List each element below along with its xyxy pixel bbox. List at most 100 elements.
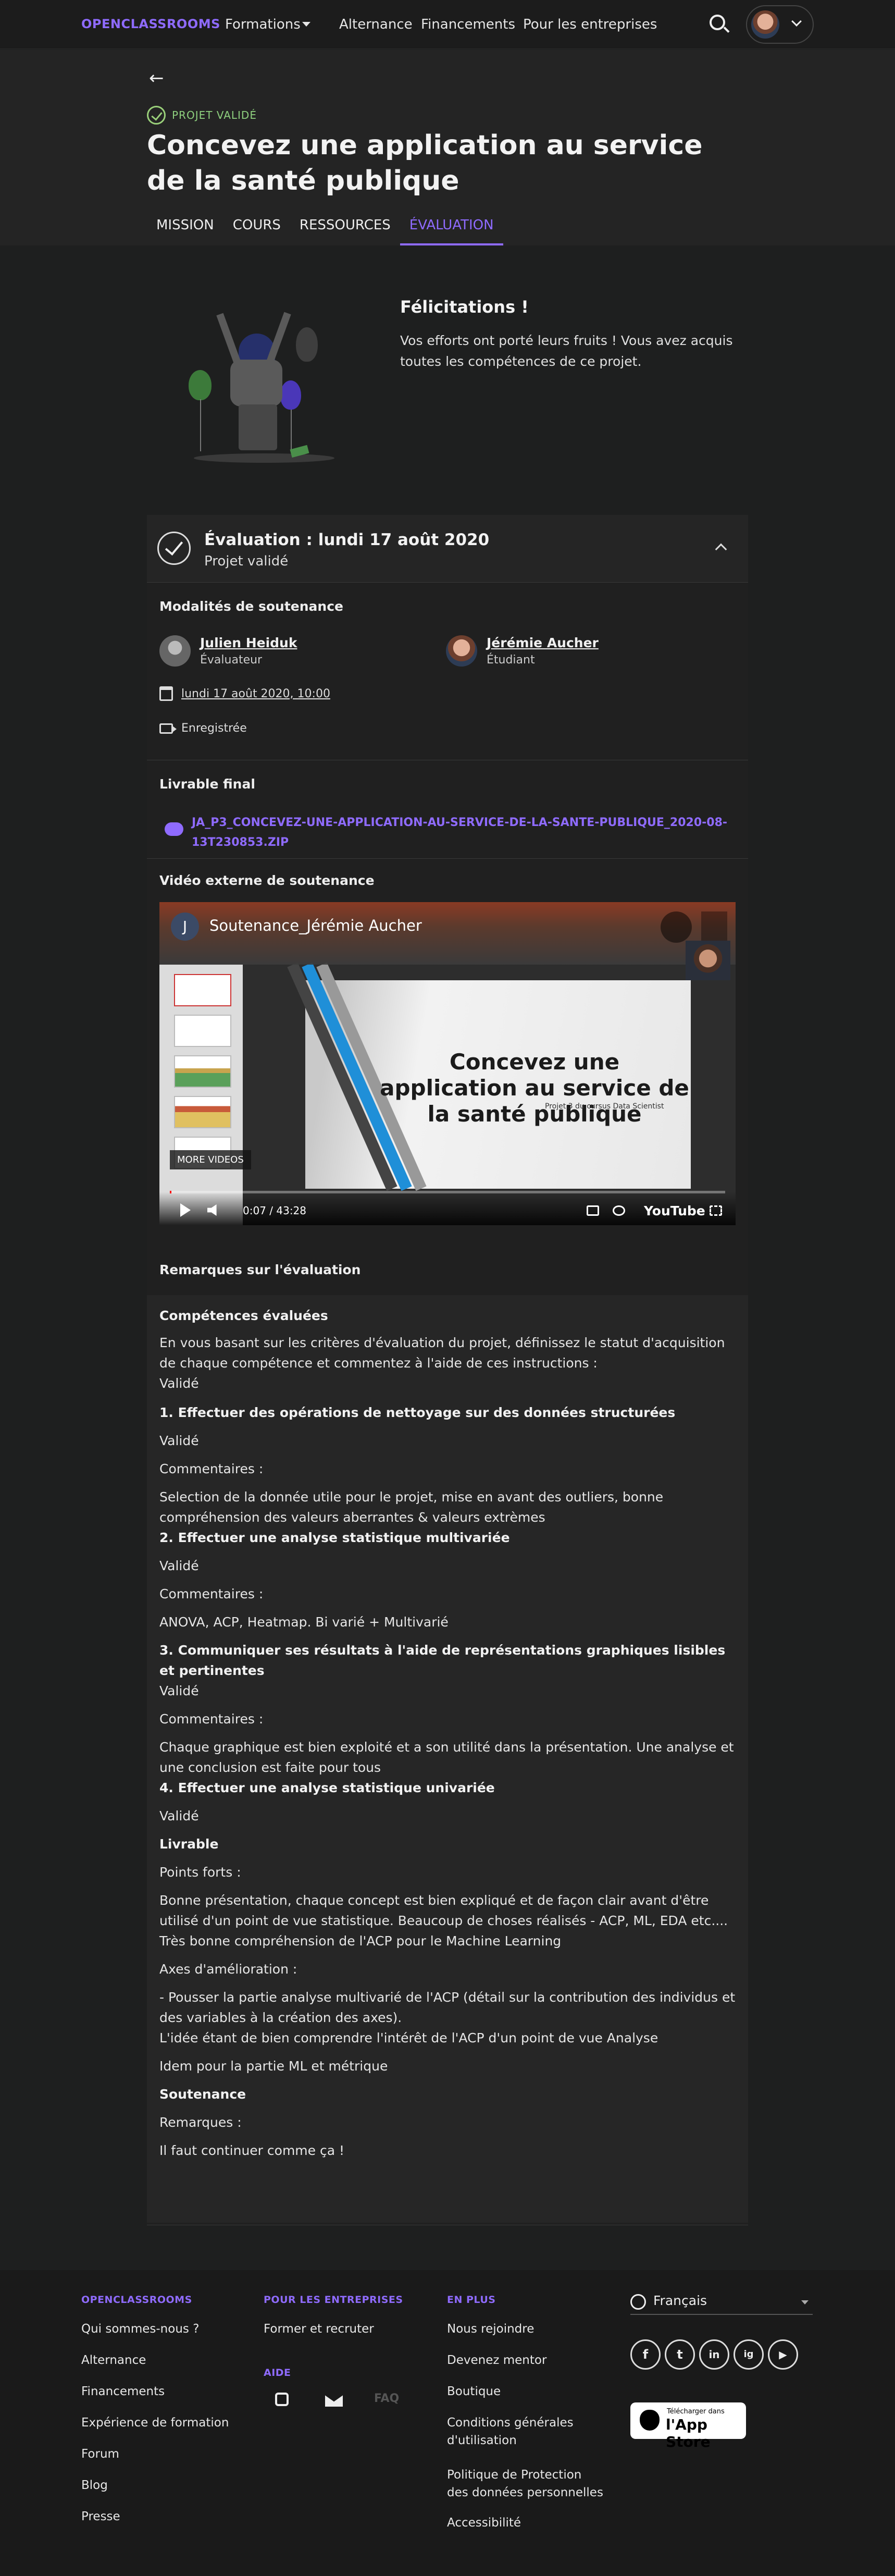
footer-link[interactable]: Politique de Protection des données pers…: [447, 2466, 603, 2501]
footer-link[interactable]: Conditions générales d'utilisation: [447, 2414, 603, 2449]
language-select[interactable]: Français: [630, 2293, 813, 2315]
remark-text: Validé: [159, 1433, 199, 1448]
tab-cours[interactable]: COURS: [223, 211, 290, 245]
video-player[interactable]: Concevez une application au service de l…: [159, 902, 736, 1225]
soutenance-date: lundi 17 août 2020, 10:00: [159, 686, 330, 701]
remark-text: En vous basant sur les critères d'évalua…: [159, 1335, 725, 1371]
footer-link[interactable]: Alternance: [81, 2351, 146, 2369]
remark-text: - Pousser la partie analyse multivarié d…: [159, 1990, 736, 2025]
remark-text: Très bonne compréhension de l'ACP pour l…: [159, 1933, 562, 1949]
student: Jérémie Aucher Étudiant: [446, 635, 599, 667]
section-title: Modalités de soutenance: [159, 599, 344, 614]
footer-link[interactable]: Presse: [81, 2508, 120, 2525]
back-arrow-icon[interactable]: ←: [149, 68, 164, 89]
watch-later-icon[interactable]: [661, 911, 692, 943]
date-link[interactable]: lundi 17 août 2020, 10:00: [181, 687, 330, 700]
footer-link[interactable]: Forum: [81, 2445, 119, 2463]
slide-title: Concevez une application au service de l…: [380, 1049, 689, 1127]
globe-icon: [630, 2294, 646, 2310]
youtube-icon[interactable]: ▶: [768, 2339, 798, 2370]
appstore-big-text: l'App Store: [666, 2416, 711, 2450]
remark-text: Validé: [159, 1808, 199, 1823]
top-navigation: OPENCLASSROOMS Formations Alternance Fin…: [0, 0, 895, 49]
check-circle-icon: [147, 106, 166, 125]
remark-heading: 1. Effectuer des opérations de nettoyage…: [159, 1405, 676, 1420]
mail-icon[interactable]: [325, 2394, 343, 2407]
remark-heading: 2. Effectuer une analyse statistique mul…: [159, 1530, 510, 1545]
evaluator-name[interactable]: Julien Heiduk: [200, 635, 297, 650]
chevron-down-icon[interactable]: [302, 22, 310, 27]
student-name[interactable]: Jérémie Aucher: [487, 635, 599, 650]
share-icon[interactable]: [701, 911, 727, 943]
avatar: [446, 635, 477, 667]
instagram-icon[interactable]: ig: [734, 2339, 764, 2370]
footer-link[interactable]: Expérience de formation: [81, 2414, 229, 2432]
video-camera-icon: [159, 723, 177, 734]
section-title: Remarques sur l'évaluation: [159, 1262, 361, 1277]
footer-link[interactable]: Blog: [81, 2476, 108, 2494]
account-menu-button[interactable]: [746, 5, 814, 44]
webcam-overlay: [686, 941, 730, 980]
deliverable-file-link[interactable]: JA_P3_CONCEVEZ-UNE-APPLICATION-AU-SERVIC…: [192, 813, 734, 853]
evaluation-header[interactable]: Évaluation : lundi 17 août 2020 Projet v…: [147, 515, 748, 583]
faq-link[interactable]: FAQ: [374, 2392, 399, 2405]
play-icon[interactable]: [180, 1203, 191, 1217]
nav-formations[interactable]: Formations: [225, 17, 301, 32]
fullscreen-icon[interactable]: [710, 1205, 722, 1216]
settings-icon[interactable]: [613, 1205, 625, 1216]
facebook-icon[interactable]: f: [630, 2339, 661, 2370]
linkedin-icon[interactable]: in: [699, 2339, 729, 2370]
cloud-download-icon: [165, 822, 183, 836]
openclassrooms-logo[interactable]: OPENCLASSROOMS: [81, 17, 220, 31]
remark-text: Bonne présentation, chaque concept est b…: [159, 1893, 728, 1928]
recorded-label: Enregistrée: [181, 722, 247, 735]
remark-text: Commentaires :: [159, 1461, 264, 1476]
more-videos-button[interactable]: MORE VIDEOS: [170, 1150, 251, 1169]
remark-text: Validé: [159, 1683, 199, 1698]
footer-link[interactable]: Qui sommes-nous ?: [81, 2320, 199, 2338]
footer-link[interactable]: Accessibilité: [447, 2514, 603, 2532]
subtitles-icon[interactable]: [587, 1205, 599, 1216]
video-progress-bar[interactable]: [170, 1191, 725, 1193]
tab-evaluation[interactable]: ÉVALUATION: [400, 211, 503, 245]
app-store-button[interactable]: Télécharger dans l'App Store: [630, 2402, 746, 2450]
phone-icon[interactable]: [275, 2393, 289, 2406]
chevron-up-icon[interactable]: [715, 543, 727, 556]
video-title[interactable]: Soutenance_Jérémie Aucher: [209, 917, 422, 934]
nav-alternance[interactable]: Alternance: [339, 17, 413, 32]
remark-heading: 4. Effectuer une analyse statistique uni…: [159, 1780, 495, 1795]
footer-link[interactable]: Former et recruter: [264, 2320, 374, 2338]
remark-text: Validé: [159, 1376, 199, 1391]
footer-link[interactable]: Nous rejoindre: [447, 2320, 603, 2338]
footer-link[interactable]: Financements: [81, 2383, 165, 2400]
tab-ressources[interactable]: RESSOURCES: [290, 211, 400, 245]
remark-heading: Compétences évaluées: [159, 1308, 328, 1323]
twitter-icon[interactable]: t: [665, 2339, 695, 2370]
search-icon[interactable]: [710, 15, 725, 30]
video-section: Vidéo externe de soutenance Concevez une…: [147, 859, 748, 1248]
remark-heading: Soutenance: [159, 2087, 246, 2102]
page-title: Concevez une application au service de l…: [147, 130, 703, 196]
nav-entreprises[interactable]: Pour les entreprises: [523, 17, 657, 32]
footer-col-title: AIDE: [264, 2367, 291, 2378]
remarks-content: Compétences évaluées En vous basant sur l…: [147, 1295, 748, 2223]
remark-heading: Livrable: [159, 1837, 219, 1852]
section-title: Livrable final: [159, 777, 255, 792]
remark-text: Commentaires :: [159, 1711, 264, 1727]
avatar: [159, 635, 191, 667]
slide-subtitle: Projet 3 du cursus Data Scientist: [545, 1102, 664, 1111]
deliverable-section: Livrable final JA_P3_CONCEVEZ-UNE-APPLIC…: [147, 761, 748, 859]
footer-link[interactable]: Devenez mentor: [447, 2351, 603, 2369]
channel-avatar[interactable]: J: [171, 913, 199, 941]
footer: OPENCLASSROOMS Qui sommes-nous ? Alternan…: [0, 2270, 895, 2576]
calendar-icon: [159, 686, 173, 701]
project-header: ← PROJET VALIDÉ Concevez une application…: [0, 50, 895, 245]
remarks-section: Remarques sur l'évaluation Compétences é…: [147, 1246, 748, 2225]
language-label: Français: [653, 2293, 707, 2308]
youtube-logo[interactable]: YouTube: [644, 1203, 705, 1218]
tab-mission[interactable]: MISSION: [147, 211, 223, 245]
nav-financements[interactable]: Financements: [421, 17, 515, 32]
check-circle-icon: [157, 532, 191, 565]
footer-link[interactable]: Boutique: [447, 2383, 603, 2400]
status-badge: PROJET VALIDÉ: [147, 106, 257, 125]
